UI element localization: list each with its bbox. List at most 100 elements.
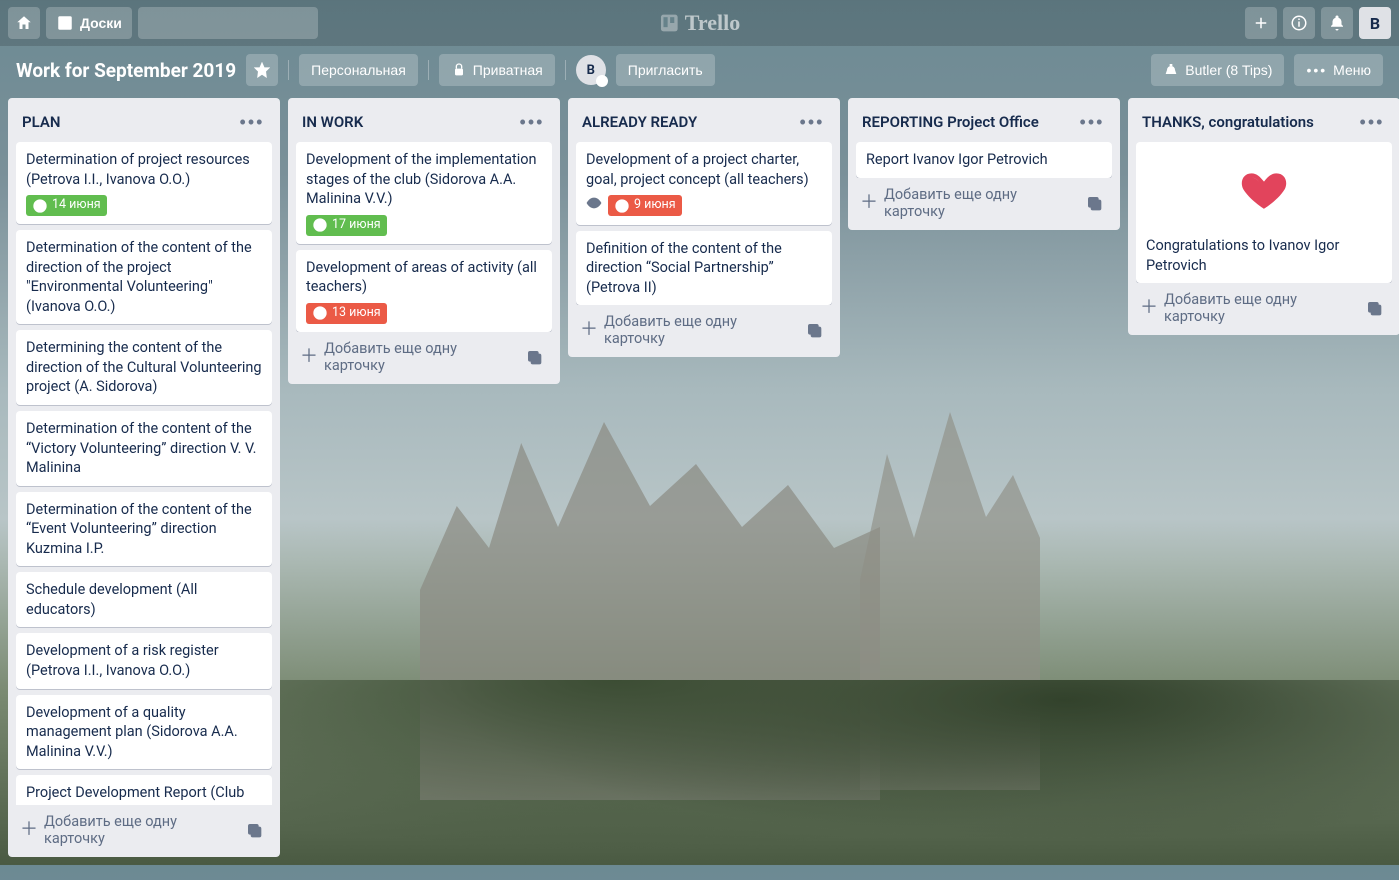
template-icon	[806, 322, 822, 338]
card[interactable]: Development of a risk register (Petrova …	[16, 633, 272, 688]
star-button[interactable]	[246, 54, 278, 86]
board-header: Work for September 2019 Персональная При…	[0, 46, 1399, 94]
add-card-label: Добавить еще одну карточку	[324, 340, 514, 374]
card-text: Project Development Report (Club Preside…	[26, 784, 244, 805]
due-badge: 13 июня	[306, 303, 387, 324]
list-thanks: THANKS, congratulations ••• Congratulati…	[1128, 98, 1399, 335]
add-card-button[interactable]: ＋ Добавить еще одну карточку	[574, 305, 834, 351]
menu-label: Меню	[1333, 62, 1371, 78]
trello-logo[interactable]: Trello	[659, 10, 740, 36]
global-header: Доски Trello В	[0, 0, 1399, 46]
menu-button[interactable]: ••• Меню	[1294, 54, 1383, 86]
card-text: Determination of project resources (Petr…	[26, 151, 250, 188]
plus-icon: ＋	[300, 348, 318, 366]
search-container[interactable]	[138, 7, 318, 39]
add-card-button[interactable]: ＋ Добавить еще одну карточку	[1134, 283, 1394, 329]
list-title[interactable]: ALREADY READY	[582, 113, 798, 131]
card-template-button[interactable]	[240, 816, 268, 844]
add-card-button[interactable]: ＋ Добавить еще одну карточку	[14, 805, 274, 851]
home-button[interactable]	[8, 7, 40, 39]
plus-icon: ＋	[1140, 299, 1158, 317]
clock-icon	[312, 217, 328, 233]
list-plan: PLAN ••• Determination of project resour…	[8, 98, 280, 857]
list-menu-button[interactable]: •••	[518, 110, 546, 134]
info-button[interactable]	[1283, 7, 1315, 39]
card[interactable]: Determination of project resources (Petr…	[16, 142, 272, 224]
heart-icon	[1236, 165, 1292, 215]
watch-icon	[586, 195, 602, 217]
card-template-button[interactable]	[800, 316, 828, 344]
board-title[interactable]: Work for September 2019	[16, 59, 236, 82]
list-title[interactable]: PLAN	[22, 113, 238, 131]
list-title[interactable]: REPORTING Project Office	[862, 113, 1078, 131]
list-in-work: IN WORK ••• Development of the implement…	[288, 98, 560, 384]
team-visibility-button[interactable]: Персональная	[299, 54, 418, 86]
team-visibility-label: Персональная	[311, 62, 406, 78]
list-title[interactable]: IN WORK	[302, 113, 518, 131]
card-text: Development of a quality management plan…	[26, 704, 238, 760]
card[interactable]: Schedule development (All educators)	[16, 572, 272, 627]
list-menu-button[interactable]: •••	[1358, 110, 1386, 134]
list-menu-button[interactable]: •••	[1078, 110, 1106, 134]
plus-icon	[1252, 14, 1270, 32]
list-reporting: REPORTING Project Office ••• Report Ivan…	[848, 98, 1120, 230]
boards-button[interactable]: Доски	[46, 7, 132, 39]
card[interactable]: Report Ivanov Igor Petrovich	[856, 142, 1112, 178]
member-avatar[interactable]: В	[576, 55, 606, 85]
card-template-button[interactable]	[1080, 189, 1108, 217]
butler-icon	[1163, 62, 1179, 78]
info-icon	[1290, 14, 1308, 32]
card-text: Definition of the content of the directi…	[586, 240, 782, 296]
privacy-button[interactable]: Приватная	[439, 54, 555, 86]
due-badge: 17 июня	[306, 215, 387, 236]
card-text: Congratulations to Ivanov Igor Petrovich	[1146, 237, 1339, 274]
card-template-button[interactable]	[1360, 294, 1388, 322]
card[interactable]: Project Development Report (Club Preside…	[16, 775, 272, 805]
search-input[interactable]	[146, 16, 323, 31]
lock-icon	[451, 62, 467, 78]
invite-label: Пригласить	[628, 62, 703, 78]
card-text: Determining the content of the direction…	[26, 339, 262, 395]
plus-icon: ＋	[580, 321, 598, 339]
card-cover	[1146, 150, 1382, 230]
user-avatar[interactable]: В	[1359, 7, 1391, 39]
board-canvas[interactable]: PLAN ••• Determination of project resour…	[0, 94, 1399, 865]
card[interactable]: Development of areas of activity (all te…	[296, 250, 552, 332]
create-button[interactable]	[1245, 7, 1277, 39]
template-icon	[526, 349, 542, 365]
list-already-ready: ALREADY READY ••• Development of a proje…	[568, 98, 840, 357]
card-text: Determination of the content of the “Eve…	[26, 501, 252, 557]
clock-icon	[614, 198, 630, 214]
card[interactable]: Development of the implementation stages…	[296, 142, 552, 244]
template-icon	[246, 822, 262, 838]
card[interactable]: Determining the content of the direction…	[16, 330, 272, 405]
card[interactable]: Determination of the content of the “Vic…	[16, 411, 272, 486]
add-card-label: Добавить еще одну карточку	[884, 186, 1074, 220]
butler-button[interactable]: Butler (8 Tips)	[1151, 54, 1284, 86]
card[interactable]: Congratulations to Ivanov Igor Petrovich	[1136, 142, 1392, 283]
invite-button[interactable]: Пригласить	[616, 54, 715, 86]
template-icon	[1366, 300, 1382, 316]
notifications-button[interactable]	[1321, 7, 1353, 39]
boards-icon	[56, 14, 74, 32]
trello-logo-icon	[659, 13, 679, 33]
list-menu-button[interactable]: •••	[798, 110, 826, 134]
card-text: Report Ivanov Igor Petrovich	[866, 151, 1048, 168]
add-card-button[interactable]: ＋ Добавить еще одну карточку	[294, 332, 554, 378]
add-card-button[interactable]: ＋ Добавить еще одну карточку	[854, 178, 1114, 224]
card-text: Development of a risk register (Petrova …	[26, 642, 219, 679]
card[interactable]: Determination of the content of the dire…	[16, 230, 272, 324]
card-template-button[interactable]	[520, 343, 548, 371]
list-menu-button[interactable]: •••	[238, 110, 266, 134]
card[interactable]: Determination of the content of the “Eve…	[16, 492, 272, 567]
clock-icon	[312, 305, 328, 321]
card[interactable]: Development of a quality management plan…	[16, 695, 272, 770]
card-text: Development of areas of activity (all te…	[306, 259, 537, 296]
list-title[interactable]: THANKS, congratulations	[1142, 113, 1358, 131]
card-text: Development of the implementation stages…	[306, 151, 537, 207]
ellipsis-icon: •••	[1306, 62, 1327, 78]
card[interactable]: Development of a project charter, goal, …	[576, 142, 832, 225]
card[interactable]: Definition of the content of the directi…	[576, 231, 832, 306]
boards-label: Доски	[80, 15, 122, 31]
privacy-label: Приватная	[473, 62, 543, 78]
